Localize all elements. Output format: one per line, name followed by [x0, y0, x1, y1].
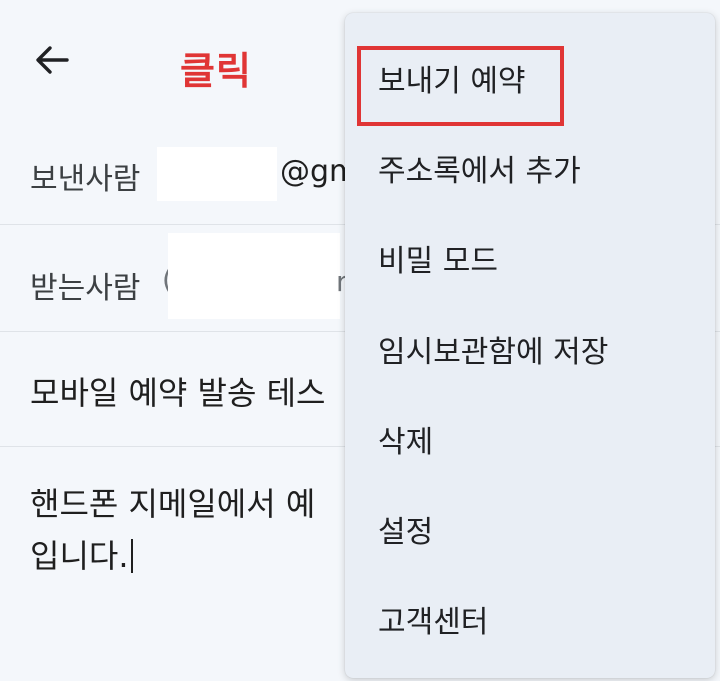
highlight-box	[357, 46, 564, 126]
to-label: 받는사람	[30, 271, 141, 306]
overflow-menu: 보내기 예약 주소록에서 추가 비밀 모드 임시보관함에 저장 삭제 설정 고객…	[345, 13, 715, 678]
compose-screen: 클릭 보낸사람 @gm 받는사람 ( n 모바일 예약 발송 테스 핸드폰 지메…	[0, 0, 720, 681]
body-line-1: 핸드폰 지메일에서 예	[30, 485, 316, 523]
subject-field[interactable]: 모바일 예약 발송 테스	[30, 368, 325, 414]
menu-item-label: 임시보관함에 저장	[378, 335, 609, 370]
menu-item-schedule-send[interactable]: 보내기 예약	[345, 28, 715, 126]
menu-item-label: 설정	[378, 515, 434, 550]
click-annotation: 클릭	[180, 49, 252, 93]
menu-item-help-feedback[interactable]: 고객센터	[345, 569, 715, 657]
body-line-2: 입니다.	[30, 530, 350, 582]
menu-item-label: 비밀 모드	[378, 244, 498, 279]
back-button[interactable]	[30, 40, 74, 80]
menu-item-settings[interactable]: 설정	[345, 479, 715, 567]
menu-item-confidential-mode[interactable]: 비밀 모드	[345, 208, 715, 296]
menu-item-label: 고객센터	[378, 605, 489, 640]
menu-item-save-draft[interactable]: 임시보관함에 저장	[345, 299, 715, 387]
from-label: 보낸사람	[30, 162, 141, 197]
menu-item-discard[interactable]: 삭제	[345, 389, 715, 477]
redacted-sender	[157, 147, 277, 201]
text-cursor	[130, 539, 133, 573]
redacted-recipient	[168, 233, 340, 319]
arrow-left-icon	[36, 46, 69, 74]
menu-item-label: 삭제	[378, 425, 434, 460]
body-field[interactable]: 핸드폰 지메일에서 예 입니다.	[30, 478, 350, 582]
body-line-2-text: 입니다.	[30, 537, 129, 575]
menu-item-add-from-contacts[interactable]: 주소록에서 추가	[345, 118, 715, 206]
menu-item-label: 주소록에서 추가	[378, 154, 581, 189]
